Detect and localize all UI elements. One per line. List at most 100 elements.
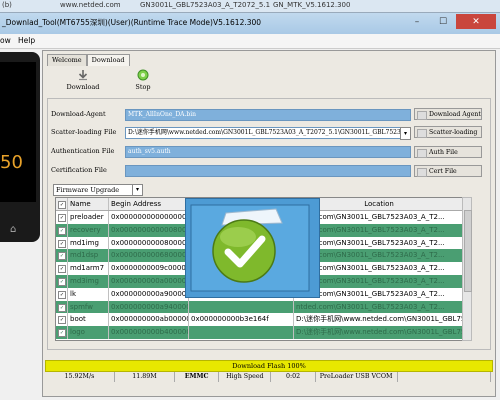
row-name: lk xyxy=(68,287,109,301)
cert-file-label: Certification File xyxy=(51,166,107,174)
row-name: recovery xyxy=(68,223,109,237)
row-name: preloader xyxy=(68,211,109,224)
auth-file-button[interactable]: Auth File xyxy=(414,146,482,158)
header-name: Name xyxy=(68,198,109,210)
stop-button-label: Stop xyxy=(135,83,151,91)
browser-url[interactable]: www.netded.com xyxy=(60,1,121,9)
row-begin-address: 0x000000000b400000 xyxy=(109,326,189,339)
scatter-file-label: Scatter-loading File xyxy=(51,128,117,136)
auth-file-label: Authentication File xyxy=(51,147,115,155)
table-row[interactable]: ✓ boot 0x000000000ab00000 0x000000000b3e164… xyxy=(56,313,463,327)
row-begin-address: 0x0000000000800000 xyxy=(109,236,189,250)
row-location: D:\迷你手机网\www.netded.com\GN3001L_GBL7523A… xyxy=(294,313,463,327)
stop-icon xyxy=(137,69,149,81)
minimize-button[interactable]: – xyxy=(404,14,430,29)
mode-select[interactable]: Firmware Upgrade ▾ xyxy=(53,184,143,196)
tab-welcome[interactable]: Welcome xyxy=(47,54,87,66)
cert-file-button[interactable]: Cert File xyxy=(414,165,482,177)
close-button[interactable]: ✕ xyxy=(456,14,496,29)
menu-help[interactable]: Help xyxy=(18,36,35,45)
success-dialog xyxy=(185,198,320,298)
checkbox[interactable]: ✓ xyxy=(58,239,66,248)
header-check[interactable]: ✓ xyxy=(56,198,68,210)
checkbox[interactable]: ✓ xyxy=(58,265,66,274)
browser-left-text: (b) xyxy=(2,1,12,9)
scatter-file-field[interactable]: D:\迷你手机网\www.netded.com\GN3001L_GBL7523A… xyxy=(125,127,401,139)
download-agent-field[interactable]: MTK_AllInOne_DA.bin xyxy=(125,109,411,121)
table-scrollbar[interactable] xyxy=(462,197,472,341)
mode-select-value: Firmware Upgrade xyxy=(56,186,120,194)
table-row[interactable]: ✓ spmfw 0x000000000a940000 ntded.com\GN3001… xyxy=(56,300,463,314)
row-name: md3img xyxy=(68,274,109,288)
browser-title: GN3001L_GBL7523A03_A_T2072_5.1 xyxy=(140,1,271,9)
row-checkbox[interactable]: ✓ xyxy=(56,326,68,339)
row-begin-address: 0x000000000a000000 xyxy=(109,274,189,288)
row-begin-address: 0x000000000a900000 xyxy=(109,287,189,301)
browser-folder: GN_MTK_V5.1612.300 xyxy=(273,1,351,9)
checkbox[interactable]: ✓ xyxy=(58,226,66,235)
checkbox[interactable]: ✓ xyxy=(58,277,66,286)
row-checkbox[interactable]: ✓ xyxy=(56,211,68,224)
download-button[interactable]: Download xyxy=(61,69,105,91)
row-name: logo xyxy=(68,326,109,339)
phone-screen-number: 50 xyxy=(0,152,23,173)
status-extra xyxy=(398,372,492,382)
tab-strip: Welcome Download xyxy=(47,54,130,66)
tab-download[interactable]: Download xyxy=(86,54,130,66)
window-title: _Downlad_Tool(MT6755深圳)(User)(Runtime Tr… xyxy=(2,18,262,27)
header-checkbox[interactable]: ✓ xyxy=(58,201,66,209)
checkbox[interactable]: ✓ xyxy=(58,329,66,338)
download-agent-button[interactable]: Download Agent xyxy=(414,108,482,120)
phone-image: 50 ⌂ xyxy=(0,52,40,242)
folder-check-icon xyxy=(190,204,310,292)
row-begin-address: 0x000000000ab00000 xyxy=(109,313,189,327)
status-port: PreLoader USB VCOM xyxy=(316,372,398,382)
window-controls: – ☐ ✕ xyxy=(404,14,496,29)
status-size: 11.89M xyxy=(115,372,175,382)
row-checkbox[interactable]: ✓ xyxy=(56,223,68,237)
auth-file-field[interactable]: auth_sv5.auth xyxy=(125,146,411,158)
scatter-loading-button[interactable]: Scatter-loading xyxy=(414,126,482,138)
row-end-address xyxy=(189,300,294,314)
row-checkbox[interactable]: ✓ xyxy=(56,300,68,314)
table-row[interactable]: ✓ logo 0x000000000b400000 D:\迷你手机网\www.netd… xyxy=(56,326,463,339)
stop-button[interactable]: Stop xyxy=(121,69,165,91)
phone-home-icon: ⌂ xyxy=(10,224,17,235)
checkbox[interactable]: ✓ xyxy=(58,214,66,222)
row-checkbox[interactable]: ✓ xyxy=(56,236,68,250)
row-begin-address: 0x0000000009c00000 xyxy=(109,262,189,275)
browser-tab-strip: (b) www.netded.com GN3001L_GBL7523A03_A_… xyxy=(0,0,500,13)
row-checkbox[interactable]: ✓ xyxy=(56,249,68,263)
checkbox[interactable]: ✓ xyxy=(58,303,66,312)
row-name: boot xyxy=(68,313,109,327)
row-begin-address: 0x0000000000000000 xyxy=(109,211,189,224)
row-begin-address: 0x000000000a940000 xyxy=(109,300,189,314)
chevron-down-icon: ▾ xyxy=(132,185,142,195)
row-name: md1img xyxy=(68,236,109,250)
status-bar: 15.92M/s 11.89M EMMC High Speed 0:02 Pre… xyxy=(45,372,492,382)
checkbox[interactable]: ✓ xyxy=(58,252,66,261)
maximize-button[interactable]: ☐ xyxy=(430,14,456,29)
checkbox[interactable]: ✓ xyxy=(58,316,66,325)
scatter-dropdown-icon[interactable]: ▾ xyxy=(400,127,411,140)
cert-file-field[interactable] xyxy=(125,165,411,177)
menu-view[interactable]: ow xyxy=(0,36,11,45)
row-name: spmfw xyxy=(68,300,109,314)
row-begin-address: 0x0000000006800000 xyxy=(109,249,189,263)
status-storage: EMMC xyxy=(175,372,220,382)
row-checkbox[interactable]: ✓ xyxy=(56,313,68,327)
status-usb-speed: High Speed xyxy=(219,372,272,382)
menu-bar: ow Help xyxy=(0,34,500,49)
row-checkbox[interactable]: ✓ xyxy=(56,274,68,288)
row-checkbox[interactable]: ✓ xyxy=(56,262,68,275)
row-name: md1dsp xyxy=(68,249,109,263)
row-begin-address: 0x0000000000008000 xyxy=(109,223,189,237)
row-location: ntded.com\GN3001L_GBL7523A03_A_T2... xyxy=(294,300,463,314)
scrollbar-thumb[interactable] xyxy=(464,210,472,292)
row-name: md1arm7 xyxy=(68,262,109,275)
row-checkbox[interactable]: ✓ xyxy=(56,287,68,301)
status-time: 0:02 xyxy=(271,372,316,382)
checkbox[interactable]: ✓ xyxy=(58,290,66,299)
window-titlebar: (b) www.netded.com GN3001L_GBL7523A03_A_… xyxy=(0,0,500,34)
download-button-label: Download xyxy=(66,83,100,91)
